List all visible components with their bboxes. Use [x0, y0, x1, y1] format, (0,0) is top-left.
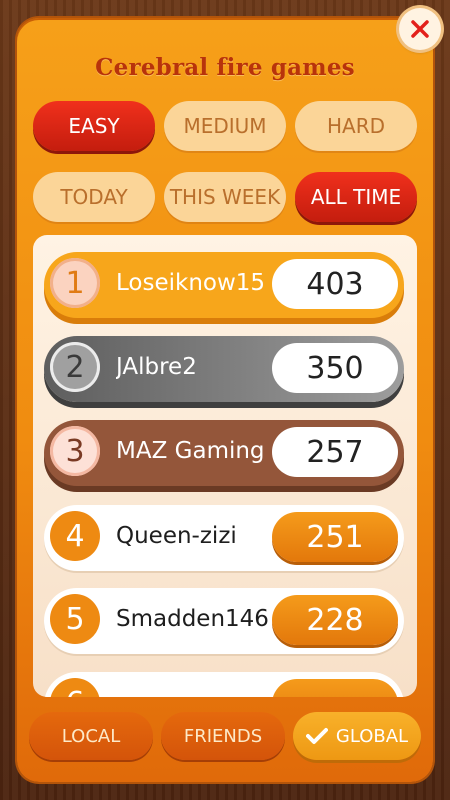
leaderboard-row: 3 MAZ Gaming 257: [44, 420, 404, 486]
leaderboard-row: 1 Loseiknow15 403: [44, 252, 404, 318]
player-name: JAlbre2: [116, 354, 197, 380]
tab-global-label: GLOBAL: [335, 725, 409, 747]
leaderboard-row: 6: [44, 672, 404, 697]
rank-badge: 5: [50, 594, 100, 644]
player-score: 403: [272, 259, 398, 309]
tab-easy[interactable]: EASY: [33, 101, 155, 151]
tab-today[interactable]: TODAY: [33, 172, 155, 222]
rank-badge: 2: [50, 342, 100, 392]
player-name: Smadden146: [116, 606, 269, 632]
tab-medium[interactable]: MEDIUM: [164, 101, 286, 151]
leaderboard-row: 4 Queen-zizi 251: [44, 505, 404, 571]
rank-badge: 6: [50, 678, 100, 697]
player-score: [272, 679, 398, 697]
player-name: MAZ Gaming: [116, 438, 265, 464]
tab-all-time[interactable]: ALL TIME: [295, 172, 417, 222]
check-icon: [305, 728, 328, 744]
leaderboard-row: 2 JAlbre2 350: [44, 336, 404, 402]
player-name: Queen-zizi: [116, 523, 237, 549]
leaderboard-list[interactable]: 1 Loseiknow15 403 2 JAlbre2 350 3 MAZ Ga…: [33, 235, 417, 697]
player-score: 228: [272, 595, 398, 645]
game-title: Cerebral fire games: [95, 54, 355, 81]
rank-badge: 4: [50, 511, 100, 561]
player-score: 251: [272, 512, 398, 562]
player-score: 350: [272, 343, 398, 393]
tab-global[interactable]: GLOBAL: [293, 712, 421, 760]
player-name: Loseiknow15: [116, 270, 266, 296]
rank-badge: 3: [50, 426, 100, 476]
rank-badge: 1: [50, 258, 100, 308]
tab-local[interactable]: LOCAL: [29, 712, 153, 760]
leaderboard-row: 5 Smadden146 228: [44, 588, 404, 654]
tab-this-week[interactable]: THIS WEEK: [164, 172, 286, 222]
close-icon: [411, 20, 429, 38]
player-score: 257: [272, 427, 398, 477]
close-button[interactable]: [399, 8, 441, 50]
tab-friends[interactable]: FRIENDS: [161, 712, 285, 760]
tab-hard[interactable]: HARD: [295, 101, 417, 151]
player-name: [116, 672, 276, 697]
